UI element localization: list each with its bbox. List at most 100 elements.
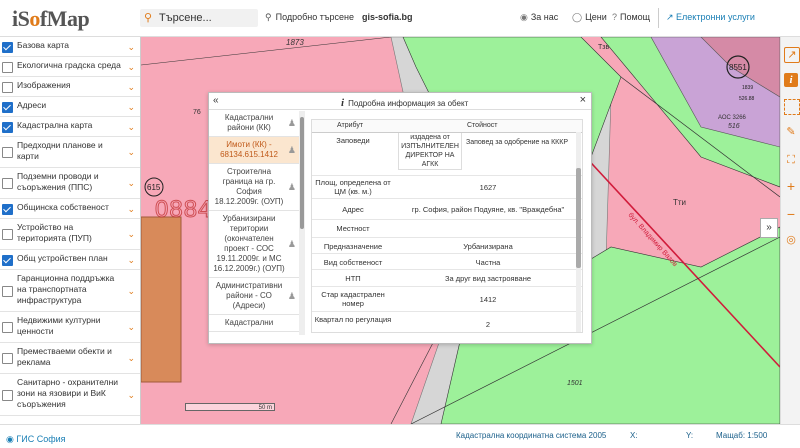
layer-item-transport[interactable]: Гаранционна поддръжка на транспортната и…	[0, 270, 140, 312]
table-row: Стар кадастрален номер 1412	[312, 287, 582, 312]
search-input[interactable]: Търсене...	[159, 12, 212, 24]
globe-icon: ◉	[6, 434, 17, 444]
map-orange-parcel	[141, 216, 182, 383]
advanced-search-link[interactable]: ⚲ Подробно търсене	[265, 12, 354, 23]
layer-checkbox[interactable]	[2, 178, 13, 189]
close-icon[interactable]: ×	[580, 94, 586, 106]
chevron-down-icon[interactable]: ⌄	[127, 147, 135, 158]
chevron-down-icon[interactable]: ⌄	[127, 42, 135, 53]
map-label-aoc: АОС 3266	[718, 115, 747, 121]
layer-checkbox[interactable]	[2, 147, 13, 158]
chevron-down-icon[interactable]: ⌄	[127, 82, 135, 93]
chevron-down-icon[interactable]: ⌄	[127, 353, 135, 364]
layer-item-pup[interactable]: Устройство на територията (ПУП) ⌄	[0, 219, 140, 250]
layer-item-cadastral[interactable]: Кадастрална карта ⌄	[0, 117, 140, 137]
chevron-down-icon[interactable]: ⌄	[127, 122, 135, 133]
chevron-down-icon[interactable]: ⌄	[127, 178, 135, 189]
header-divider	[658, 8, 659, 28]
external-open-icon[interactable]: ↗	[784, 47, 800, 63]
layer-checkbox[interactable]	[2, 285, 13, 297]
collapse-left-icon[interactable]: «	[213, 95, 219, 106]
attribute-table: Атрибут Стойност Заповеди издадена от ИЗ…	[311, 119, 583, 333]
chevron-down-icon[interactable]: ⌄	[127, 390, 135, 401]
fullscreen-icon[interactable]: ⛶	[784, 153, 798, 167]
zoom-out-icon[interactable]: −	[784, 207, 798, 221]
layer-item-oup[interactable]: Общ устройствен план ⌄	[0, 250, 140, 270]
layer-checkbox[interactable]	[2, 389, 13, 401]
location-pin-icon: ◉	[520, 12, 528, 22]
map-label-1873: 1873	[286, 38, 304, 47]
expand-panel-icon[interactable]: »	[760, 218, 778, 238]
list-item[interactable]: Строителна граница на гр. София 18.12.20…	[209, 164, 299, 211]
layer-item-base-map[interactable]: Базова карта ⌄	[0, 37, 140, 57]
y-coord-label: Y:	[686, 431, 694, 440]
layer-item-images[interactable]: Изображения ⌄	[0, 77, 140, 97]
scroll-thumb[interactable]	[300, 117, 304, 229]
layer-item-sanitary-zones[interactable]: Санитарно - охранителни зони на язовири …	[0, 374, 140, 416]
gis-sofia-link[interactable]: gis-sofia.bg	[362, 12, 413, 22]
layer-checkbox[interactable]	[2, 353, 13, 364]
layer-checkbox[interactable]	[2, 322, 13, 333]
locate-icon[interactable]: ◎	[784, 233, 798, 247]
layer-item-ecology[interactable]: Екологична градска среда ⌄	[0, 57, 140, 77]
search-box[interactable]: ⚲ Търсене...	[140, 9, 258, 27]
chevron-down-icon[interactable]: ⌄	[127, 322, 135, 333]
zoom-in-icon[interactable]: +	[784, 179, 798, 193]
layer-checkbox[interactable]	[2, 41, 13, 53]
list-item[interactable]: Кадастрални	[209, 315, 299, 332]
isofmap-logo[interactable]: iSofMap	[12, 6, 90, 32]
chevron-down-icon[interactable]: ⌄	[127, 102, 135, 113]
table-row: Заповеди издадена от ИЗПЪЛНИТЕЛЕН ДИРЕКТ…	[312, 133, 582, 176]
list-item[interactable]: Урбанизирани територии (окончателен прое…	[209, 211, 299, 278]
table-row: Предназначение Урбанизирана	[312, 238, 582, 254]
layer-checkbox[interactable]	[2, 203, 13, 215]
table-cell: издадена от ИЗПЪЛНИТЕЛЕН ДИРЕКТОР НА АГК…	[398, 133, 462, 170]
list-item[interactable]: Административни райони - СО (Адреси) ♟	[209, 278, 299, 315]
layer-checkbox[interactable]	[2, 254, 13, 266]
list-item[interactable]: Кадастрални райони (КК) ♟	[209, 110, 299, 137]
table-row: Вид собственост Частна	[312, 254, 582, 270]
table-cell: Заповед за одобрение на КККР	[466, 139, 568, 146]
layer-checkbox[interactable]	[2, 101, 13, 113]
table-row: Площ, определена от ЦМ (кв. м.) 1627	[312, 176, 582, 199]
column-header-attribute: Атрибут	[337, 122, 364, 129]
select-area-icon[interactable]	[784, 99, 800, 115]
electronic-services-link[interactable]: ↗ Електронни услуги	[666, 12, 755, 23]
object-info-popup: « i Подробна информация за обект × Кадаст…	[208, 92, 592, 344]
chevron-down-icon[interactable]: ⌄	[127, 204, 135, 215]
prices-link[interactable]: ◯ Цени	[572, 12, 607, 23]
layer-item-municipal-property[interactable]: Общинска собственост ⌄	[0, 199, 140, 219]
ruler-icon[interactable]: ✎	[784, 125, 798, 139]
user-icon: ♟	[287, 182, 296, 192]
user-icon: ♟	[287, 145, 296, 155]
layer-item-previous-plans[interactable]: Предходни планове и карти ⌄	[0, 137, 140, 168]
info-tool-icon[interactable]: i	[784, 73, 798, 87]
scroll-thumb[interactable]	[576, 168, 581, 268]
layer-item-movable-objects[interactable]: Преместваеми обекти и реклама ⌄	[0, 343, 140, 374]
layer-checkbox[interactable]	[2, 61, 13, 73]
map-label-tti: Тти	[673, 198, 686, 207]
help-link[interactable]: ? Помощ	[612, 12, 650, 22]
list-item[interactable]: Имоти (КК) - 68134.615.1412 ♟	[209, 137, 299, 164]
chevron-down-icon[interactable]: ⌄	[127, 62, 135, 73]
table-header: Атрибут Стойност	[312, 120, 582, 133]
layer-item-underground[interactable]: Подземни проводи и съоръжения (ППС) ⌄	[0, 168, 140, 199]
map-label-615: 615	[147, 183, 161, 192]
table-scrollbar[interactable]	[576, 132, 581, 332]
layer-item-cultural[interactable]: Недвижими културни ценности ⌄	[0, 312, 140, 343]
layer-checkbox[interactable]	[2, 121, 13, 133]
column-header-value: Стойност	[467, 122, 498, 129]
map-label-76: 76	[193, 109, 201, 116]
gis-sofia-logo[interactable]: ◉ ГИС София	[6, 434, 66, 445]
chevron-down-icon[interactable]: ⌄	[127, 286, 135, 297]
layer-checkbox[interactable]	[2, 229, 13, 240]
chevron-down-icon[interactable]: ⌄	[127, 229, 135, 240]
about-link[interactable]: ◉ За нас	[520, 12, 558, 23]
layer-item-addresses[interactable]: Адреси ⌄	[0, 97, 140, 117]
map-label-516: 516	[728, 123, 740, 130]
object-list: Кадастрални райони (КК) ♟ Имоти (КК) - 68…	[209, 110, 299, 338]
chevron-down-icon[interactable]: ⌄	[127, 255, 135, 266]
list-scrollbar[interactable]	[299, 111, 305, 335]
layer-checkbox[interactable]	[2, 81, 13, 93]
top-bar: iSofMap ⚲ Търсене... ⚲ Подробно търсене g…	[0, 0, 800, 37]
